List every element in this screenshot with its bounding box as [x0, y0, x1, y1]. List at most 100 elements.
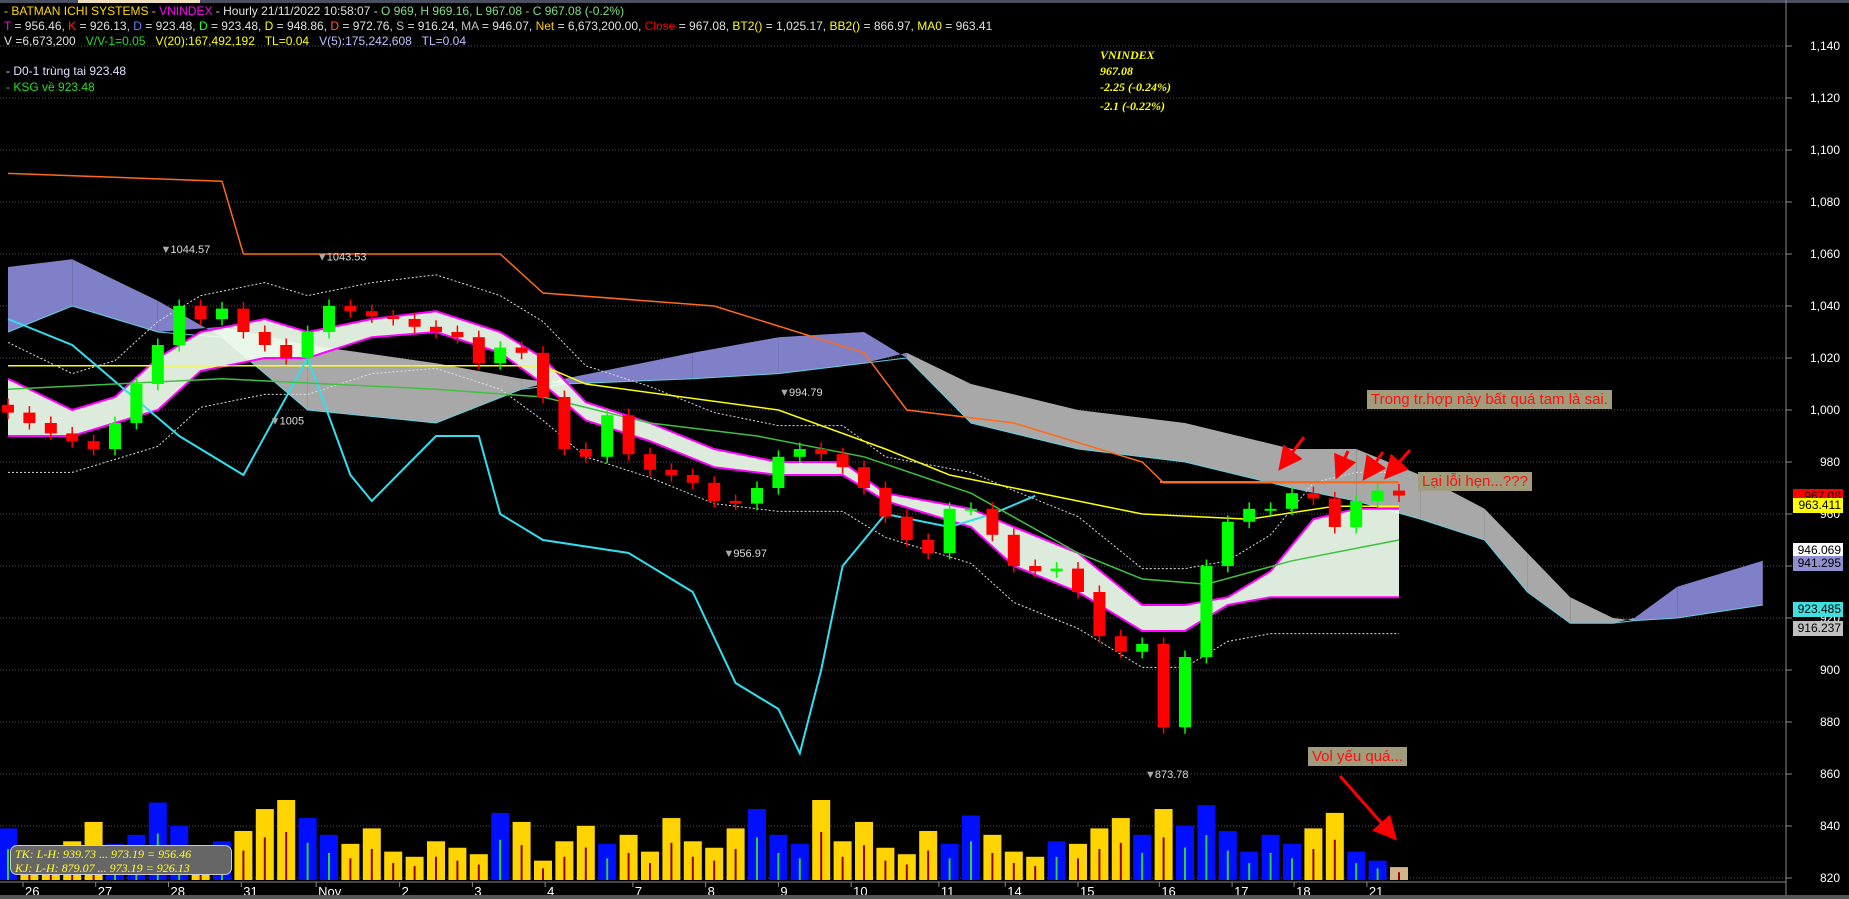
candle-body [130, 384, 143, 423]
symbol-name: VNINDEX [159, 4, 213, 18]
candle-body [515, 347, 528, 353]
indicator-key: D [133, 19, 142, 33]
y-tick-label: 980 [1820, 455, 1840, 469]
candle-body [1157, 644, 1170, 728]
candle-body [2, 404, 14, 413]
price-tag: 963.411 [1793, 498, 1843, 514]
ichimoku-cloud [7, 259, 1763, 624]
y-tick-label: 1,040 [1810, 299, 1840, 313]
candle-body [836, 454, 849, 468]
candle-body [1393, 490, 1405, 496]
candle-body [1307, 493, 1320, 499]
pivot-labels: ▼ 1044.57▼ 1043.53▼ 1005▼ 994.79▼ 956.97▼ 873.… [161, 244, 1189, 781]
candle-body [1050, 568, 1063, 572]
candle-body [323, 306, 335, 332]
candle-body [708, 482, 721, 501]
candle-body [387, 316, 400, 319]
price-band [7, 274, 1399, 668]
candle-body [751, 488, 763, 504]
candle-body [66, 433, 79, 442]
candle-body [879, 488, 892, 517]
pivot-label: 956.97 [733, 548, 767, 560]
pivot-label: 1005 [280, 415, 304, 427]
indicator-value: = 946.07, [478, 19, 536, 33]
header-line-1: - BATMAN ICHI SYSTEMS - VNINDEX - Hourly… [4, 4, 625, 18]
pivot-label: 873.78 [1155, 769, 1189, 781]
indicator-value: = 948.86, [273, 19, 331, 33]
candle-body [986, 508, 999, 535]
pivot-label: 994.79 [789, 387, 823, 399]
cloud-segment [1677, 560, 1763, 618]
candle-body [1007, 534, 1020, 566]
candle-body [23, 412, 36, 423]
candle-body [665, 469, 678, 475]
tk-range: TK: L-H: 939.73 ... 973.19 = 956.46 [15, 847, 192, 861]
candle-body [194, 306, 207, 319]
indicator-value: = 956.46, [11, 19, 69, 33]
candle-body [922, 540, 935, 553]
candle-body [644, 454, 656, 470]
quote-symbol: VNINDEX [1100, 48, 1155, 62]
indicator-value: = 926.13, [76, 19, 134, 33]
y-tick-label: 1,060 [1810, 247, 1840, 261]
price-tag: 923.485 [1793, 601, 1843, 617]
candle-body [601, 415, 614, 457]
cloud-segment [1185, 423, 1292, 488]
candle-body [494, 347, 507, 364]
cloud-segment [1634, 586, 1678, 621]
cloud-segment [1078, 410, 1185, 462]
price-chart[interactable]: ▼ 1044.57▼ 1043.53▼ 1005▼ 994.79▼ 956.97▼ 873.… [0, 0, 1849, 899]
candle-body [858, 467, 870, 488]
candle-body [579, 449, 592, 457]
indicator-value: = 1,025.17, [762, 19, 830, 33]
candle-body [1093, 592, 1106, 637]
candle-body [1328, 498, 1341, 527]
indicator-key: MA [461, 19, 479, 33]
cloud-segment [1484, 508, 1528, 592]
quote-change-2: -2.1 (-0.22%) [1100, 99, 1165, 113]
candle-body [408, 319, 421, 327]
ohlc-readout: O 969, H 969.16, L 967.08 - C 967.08 (-0… [381, 4, 625, 18]
candle-body [793, 449, 806, 457]
candle-body [772, 456, 785, 488]
candle-body [365, 311, 378, 317]
candle-body [900, 516, 913, 540]
candle-body [1200, 566, 1213, 657]
quote-price: 967.08 [1100, 64, 1133, 78]
callout-weak-volume: Vol yếu quá... [1308, 747, 1407, 766]
price-tag: 916.237 [1793, 620, 1843, 636]
indicator-value: = 866.97, [860, 19, 918, 33]
y-tick-label: 880 [1820, 715, 1840, 729]
candle-body [280, 345, 293, 358]
candle-body [258, 332, 271, 345]
horizontal-scrollbar[interactable] [0, 895, 1849, 899]
candle-body [1264, 508, 1277, 511]
header-line-2: T = 956.46, K = 926.13, D = 923.48, D = … [4, 19, 992, 33]
candle-body [1136, 644, 1149, 652]
tk-kj-box: TK: L-H: 939.73 ... 973.19 = 956.46 KJ: … [10, 845, 232, 875]
candle-body [344, 306, 357, 312]
header-line-3: V =6,673,200 V/V-1=0.05 V(20):167,492,19… [4, 34, 467, 48]
red-arrow-icon [1338, 775, 1397, 841]
candle-body [451, 332, 464, 338]
y-tick-label: 840 [1820, 819, 1840, 833]
y-tick-label: 820 [1820, 871, 1840, 885]
indicator-key: MA0 [917, 19, 942, 33]
gridlines [0, 45, 1786, 879]
indicator-key: Close [644, 19, 676, 33]
indicator-key: Net [535, 19, 555, 33]
candle-body [537, 352, 549, 397]
indicator-key: D [198, 19, 208, 33]
indicator-value: = 6,673,200.00, [554, 19, 645, 33]
cloud-segment [778, 332, 864, 374]
callout-wrong-case: Trong tr.hợp này bất quá tam là sai. [1367, 390, 1612, 409]
indicator-value: = 923.48, [207, 19, 265, 33]
axes: 1,140 1,120 1,100 1,080 1,060 1,040 1,020 1,000… [0, 0, 1840, 899]
cloud-segment [8, 259, 73, 332]
indicator-key: BT2() [732, 19, 763, 33]
indicator-key: K [68, 19, 77, 33]
note-d0-1: - D0-1 trùng tai 923.48 [6, 64, 127, 78]
cloud-segment [1570, 597, 1613, 624]
candle-body [815, 449, 828, 455]
candle-body [109, 423, 121, 449]
